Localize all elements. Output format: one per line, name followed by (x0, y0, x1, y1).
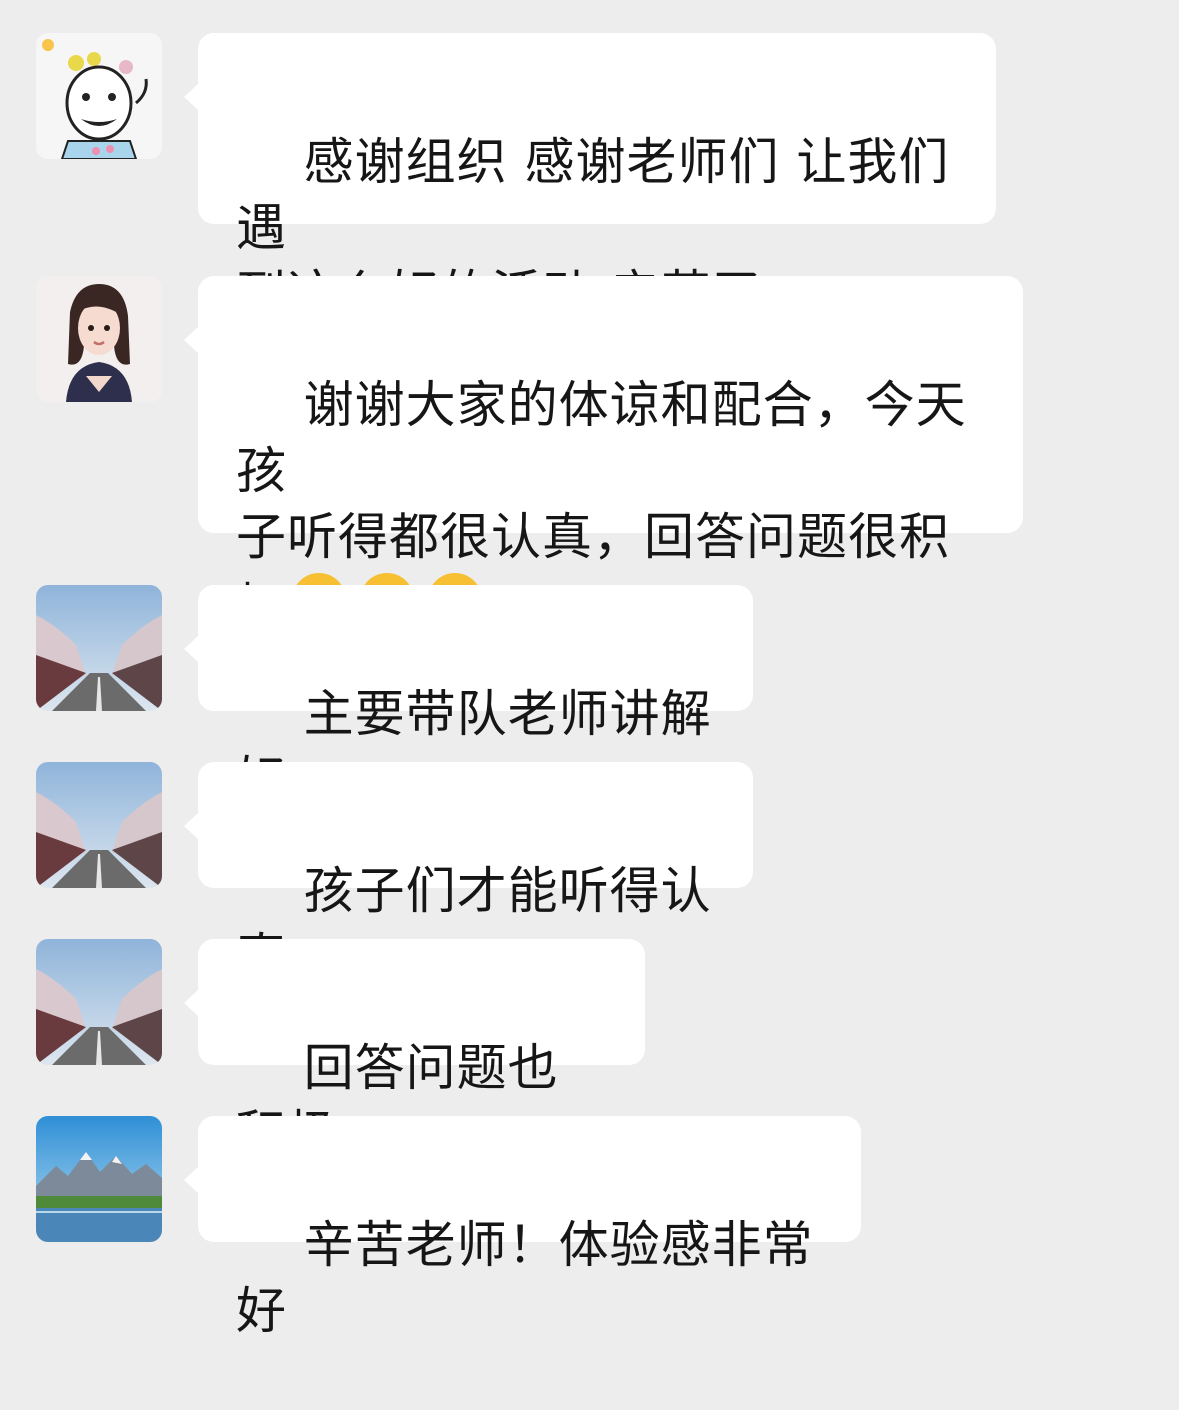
mountain-lake-avatar[interactable] (36, 1116, 162, 1242)
cherry-blossom-road-avatar[interactable] (36, 585, 162, 711)
cherry-blossom-road-avatar[interactable] (36, 939, 162, 1065)
message-bubble[interactable]: 谢谢大家的体谅和配合，今天孩 子听得都很认真，回答问题很积 极 (184, 276, 1023, 636)
message-bubble[interactable]: 主要带队老师讲解好 (184, 585, 753, 809)
message-bubble[interactable]: 回答问题也积极 (184, 939, 645, 1163)
message-bubble[interactable]: 孩子们才能听得认真 (184, 762, 753, 986)
illustrated-woman-avatar[interactable] (36, 276, 162, 402)
cherry-blossom-road-avatar[interactable] (36, 762, 162, 888)
cartoon-drawing-avatar[interactable] (36, 33, 162, 159)
message-text: 辛苦老师！体验感非常好 (236, 1216, 814, 1340)
message-bubble[interactable]: 辛苦老师！体验感非常好 (184, 1116, 861, 1340)
message-bubble[interactable]: 感谢组织 感谢老师们 让我们遇 到这么好的活动 辛苦了～ (184, 33, 996, 323)
